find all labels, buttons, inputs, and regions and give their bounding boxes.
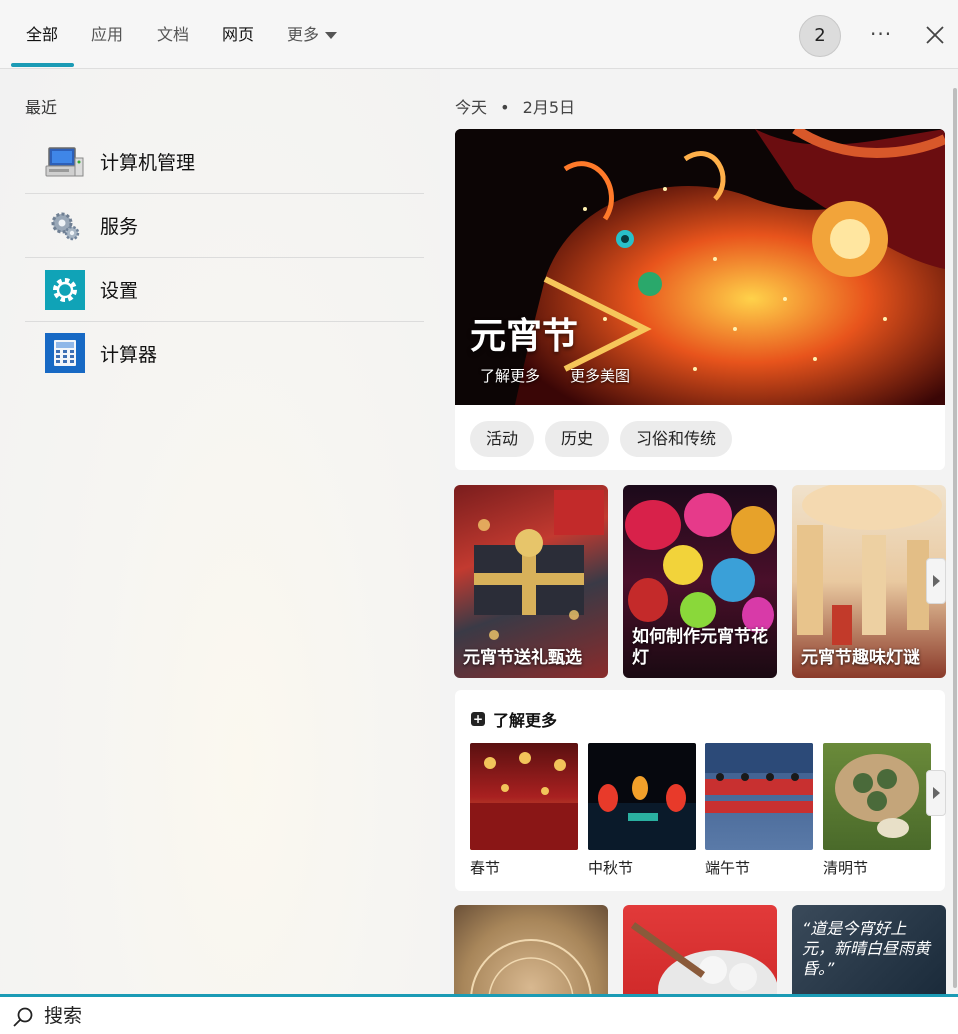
tab-more-label: 更多 (287, 25, 320, 44)
computer-management-icon (45, 142, 85, 182)
tab-apps[interactable]: 应用 (91, 24, 123, 46)
today-label: 今天 (455, 98, 488, 117)
tab-web[interactable]: 网页 (222, 24, 254, 46)
mid-autumn-thumb[interactable] (588, 743, 696, 850)
lantern-festival-hero-card: 元宵节 了解更多 更多美图 活动 历史 习俗和传统 (455, 129, 945, 470)
recent-section-title: 最近 (25, 98, 58, 117)
recent-item-label: 计算机管理 (100, 152, 196, 174)
recent-item-settings[interactable]: 设置 (25, 258, 424, 322)
search-bar (0, 994, 958, 1034)
chevron-right-icon (932, 787, 940, 799)
card-label: 元宵节送礼甄选 (463, 648, 582, 668)
learn-more-next-button[interactable] (926, 770, 946, 816)
date-value: 2月5日 (522, 98, 576, 117)
search-icon (13, 1007, 33, 1027)
qingming-thumb[interactable] (823, 743, 931, 850)
recent-item-services[interactable]: 服务 (25, 194, 424, 258)
hero-learn-more-link[interactable]: 了解更多 (480, 365, 540, 386)
hero-more-images-link[interactable]: 更多美图 (570, 365, 630, 386)
poem-quote-card[interactable]: “道是今宵好上元，新晴白昼雨黄昏。” (792, 905, 946, 997)
recent-item-label: 服务 (100, 216, 139, 238)
recent-item-calculator[interactable]: 计算器 (25, 321, 424, 385)
tangyuan-card[interactable] (623, 905, 777, 997)
chip-customs-traditions[interactable]: 习俗和传统 (620, 421, 733, 457)
learn-more-title: 了解更多 (493, 711, 558, 730)
tab-documents[interactable]: 文档 (157, 24, 189, 46)
dragon-lantern-image[interactable] (455, 129, 945, 405)
dragon-boat-thumb[interactable] (705, 743, 813, 850)
dragon-boat-label[interactable]: 端午节 (705, 857, 750, 878)
settings-gear-icon (45, 269, 85, 310)
search-input[interactable] (44, 1002, 644, 1030)
zodiac-card[interactable] (454, 905, 608, 997)
chevron-right-icon (932, 575, 940, 587)
card-how-to-make-lanterns[interactable]: 如何制作元宵节花灯 (623, 485, 777, 678)
card-gift-selection[interactable]: 元宵节送礼甄选 (454, 485, 608, 678)
card-lantern-riddles[interactable]: 元宵节趣味灯谜 (792, 485, 946, 678)
scrollbar[interactable] (953, 88, 957, 988)
active-tab-indicator (11, 63, 74, 67)
poem-quote: “道是今宵好上元，新晴白昼雨黄昏。” (802, 919, 931, 978)
tab-all[interactable]: 全部 (26, 24, 58, 46)
mid-autumn-label[interactable]: 中秋节 (588, 857, 633, 878)
chevron-down-icon (325, 31, 338, 39)
search-scope-tabs: 全部 应用 文档 网页 更多 2 ··· (0, 0, 958, 69)
learn-more-section: + 了解更多 春节 中秋节 端午节 清明节 (455, 690, 945, 891)
services-gear-icon (45, 206, 85, 246)
learn-more-header: + 了解更多 (471, 707, 557, 731)
cards-next-button[interactable] (926, 558, 946, 604)
more-options-icon[interactable]: ··· (870, 22, 892, 46)
rewards-badge[interactable]: 2 (799, 15, 841, 57)
expand-plus-icon: + (471, 712, 485, 726)
spring-festival-label[interactable]: 春节 (470, 857, 500, 878)
chip-history[interactable]: 历史 (545, 421, 610, 457)
recent-item-label: 计算器 (100, 343, 158, 366)
chip-activities[interactable]: 活动 (470, 421, 535, 457)
card-label: 元宵节趣味灯谜 (801, 648, 920, 668)
recent-item-computer-management[interactable]: 计算机管理 (25, 130, 424, 194)
close-icon[interactable] (924, 24, 946, 46)
hero-title[interactable]: 元宵节 (470, 307, 578, 359)
qingming-label[interactable]: 清明节 (823, 857, 868, 878)
tab-more[interactable]: 更多 (287, 24, 338, 46)
today-date: 今天 • 2月5日 (455, 94, 575, 118)
recent-item-label: 设置 (100, 280, 139, 302)
date-separator: • (500, 98, 510, 117)
spring-festival-thumb[interactable] (470, 743, 578, 850)
calculator-icon (45, 333, 85, 373)
card-label: 如何制作元宵节花灯 (632, 627, 768, 668)
